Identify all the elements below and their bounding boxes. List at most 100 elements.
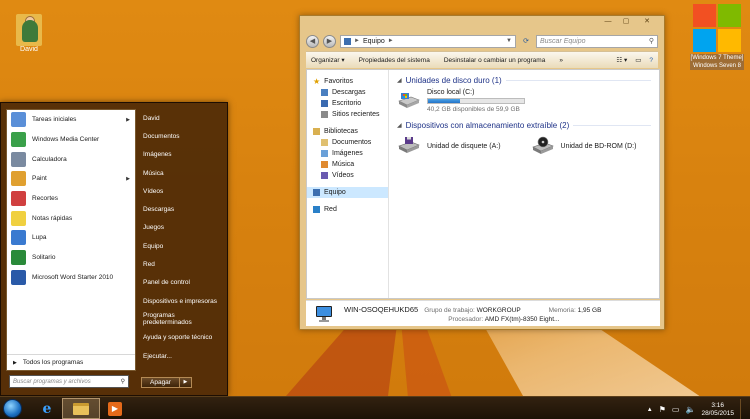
drive-floppy-a[interactable]: Unidad de disquete (A:) <box>397 136 501 156</box>
program-label: Paint <box>32 175 47 183</box>
floppy-drive-icon <box>397 136 421 156</box>
start-program-item[interactable]: Calculadora <box>7 149 135 169</box>
bd-rom-drive-icon <box>531 136 555 156</box>
search-icon: ⚲ <box>648 38 654 45</box>
desktop-user-folder[interactable]: David <box>14 6 44 53</box>
desktop-windows-theme-icon[interactable]: [Windows 7 Theme] Windows Seven 8 <box>690 4 744 70</box>
chevron-down-icon[interactable]: ▼ <box>506 38 512 44</box>
show-desktop-button[interactable] <box>740 399 746 419</box>
media-player-icon: ▶ <box>108 401 122 416</box>
show-hidden-icons-icon[interactable]: ▲ <box>647 407 653 413</box>
drive-local-c[interactable]: Disco local (C:) 40,2 GB disponibles de … <box>397 89 651 113</box>
breadcrumb-segment[interactable]: Equipo <box>363 38 385 45</box>
memory-value: 1,95 GB <box>577 306 602 314</box>
help-icon[interactable]: ? <box>649 57 653 64</box>
start-place-item[interactable]: Imágenes <box>139 146 225 164</box>
back-button[interactable]: ◀ <box>306 34 319 48</box>
shutdown-options-button[interactable]: ▶ <box>179 377 192 388</box>
shutdown-button[interactable]: Apagar <box>141 377 180 388</box>
start-menu-places: David Documentos Imágenes Música Vídeos Desca… <box>139 109 225 365</box>
computer-icon <box>313 189 320 196</box>
program-icon <box>11 191 26 207</box>
forward-button[interactable]: ▶ <box>323 34 336 48</box>
taskbar: e ▶ ▲ ⚑ ▭ 🔈 3:16 28/05/2015 <box>0 396 750 419</box>
program-label: Tareas iniciales <box>32 116 77 124</box>
start-place-item[interactable]: Vídeos <box>139 182 225 200</box>
view-options-icon[interactable]: ☷ ▾ <box>616 56 627 64</box>
search-placeholder: Buscar Equipo <box>540 37 586 45</box>
start-program-item[interactable]: Solitario <box>7 248 135 268</box>
drive-bd-rom-d[interactable]: Unidad de BD-ROM (D:) <box>531 136 636 156</box>
start-place-item[interactable]: Descargas <box>139 200 225 218</box>
start-program-item[interactable]: Microsoft Word Starter 2010 <box>7 268 135 288</box>
search-input[interactable]: Buscar Equipo ⚲ <box>536 34 658 48</box>
submenu-arrow-icon: ▶ <box>126 175 130 182</box>
title-bar[interactable]: — ▢ ✕ <box>300 16 664 31</box>
nav-favorites[interactable]: ★ Favoritos <box>307 76 388 87</box>
start-place-item[interactable]: Ejecutar... <box>139 347 225 365</box>
all-programs-button[interactable]: ▶ Todos los programas <box>7 354 135 370</box>
nav-item-pictures[interactable]: Imágenes <box>307 148 388 159</box>
start-place-item[interactable]: David <box>139 109 225 127</box>
nav-item-documents[interactable]: Documentos <box>307 137 388 148</box>
desktop-icon-label: David <box>20 46 38 53</box>
documents-icon <box>321 139 328 146</box>
program-label: Solitario <box>32 254 56 262</box>
start-program-item[interactable]: Tareas iniciales ▶ <box>7 110 135 130</box>
taskbar-media-player[interactable]: ▶ <box>96 398 134 419</box>
memory-label: Memoria: <box>548 306 576 314</box>
minimize-button[interactable]: — <box>599 17 617 27</box>
volume-icon[interactable]: 🔈 <box>685 405 695 414</box>
start-place-item[interactable]: Equipo <box>139 237 225 255</box>
start-program-item[interactable]: Windows Media Center <box>7 130 135 150</box>
start-place-item[interactable]: Juegos <box>139 219 225 237</box>
maximize-button[interactable]: ▢ <box>617 17 635 27</box>
organize-button[interactable]: Organizar ▾ <box>311 56 345 64</box>
group-header-hard-disks[interactable]: ◢ Unidades de disco duro (1) <box>397 74 651 87</box>
address-toolbar: ◀ ▶ ► Equipo ► ▼ ⟳ Buscar Equipo ⚲ <box>300 31 664 51</box>
nav-libraries[interactable]: Bibliotecas <box>307 126 388 137</box>
start-place-item[interactable]: Documentos <box>139 127 225 145</box>
clock[interactable]: 3:16 28/05/2015 <box>701 402 734 418</box>
start-program-item[interactable]: Notas rápidas <box>7 208 135 228</box>
start-button[interactable] <box>3 399 22 418</box>
nav-item-desktop[interactable]: Escritorio <box>307 98 388 109</box>
nav-item-recent-places[interactable]: Sitios recientes <box>307 109 388 120</box>
start-place-item[interactable]: Red <box>139 255 225 273</box>
preview-pane-icon[interactable]: ▭ <box>635 56 641 64</box>
program-icon <box>11 132 26 148</box>
start-program-item[interactable]: Paint ▶ <box>7 169 135 189</box>
music-icon <box>321 161 328 168</box>
group-header-removable[interactable]: ◢ Dispositivos con almacenamiento extraí… <box>397 119 651 132</box>
nav-computer[interactable]: Equipo <box>307 187 388 198</box>
taskbar-file-explorer[interactable] <box>62 398 100 419</box>
close-button[interactable]: ✕ <box>635 17 659 27</box>
address-bar[interactable]: ► Equipo ► ▼ <box>340 34 516 48</box>
network-icon <box>313 206 320 213</box>
start-place-item[interactable]: Panel de control <box>139 274 225 292</box>
workgroup-label: Grupo de trabajo: <box>424 306 475 314</box>
network-icon[interactable]: ▭ <box>672 405 680 414</box>
refresh-button[interactable]: ⟳ <box>520 35 532 48</box>
more-commands-button[interactable]: » <box>559 57 563 64</box>
nav-item-music[interactable]: Música <box>307 159 388 170</box>
nav-item-videos[interactable]: Vídeos <box>307 170 388 181</box>
uninstall-program-button[interactable]: Desinstalar o cambiar un programa <box>444 57 546 64</box>
desktop-icon <box>321 100 328 107</box>
start-program-item[interactable]: Lupa <box>7 228 135 248</box>
user-folder-icon <box>16 6 42 46</box>
start-program-item[interactable]: Recortes <box>7 189 135 209</box>
system-properties-button[interactable]: Propiedades del sistema <box>359 57 430 64</box>
start-place-item[interactable]: Programas predeterminados <box>139 310 225 328</box>
start-place-item[interactable]: Música <box>139 164 225 182</box>
nav-item-downloads[interactable]: Descargas <box>307 87 388 98</box>
nav-network[interactable]: Red <box>307 204 388 215</box>
start-search-input[interactable]: Buscar programas y archivos ⚲ <box>9 375 129 388</box>
program-icon <box>11 230 26 246</box>
drive-usage-bar <box>427 98 525 104</box>
taskbar-internet-explorer[interactable]: e <box>28 398 66 419</box>
start-place-item[interactable]: Ayuda y soporte técnico <box>139 329 225 347</box>
action-center-icon[interactable]: ⚑ <box>659 405 666 414</box>
start-place-item[interactable]: Dispositivos e impresoras <box>139 292 225 310</box>
drive-free-space: 40,2 GB disponibles de 59,9 GB <box>427 106 520 113</box>
